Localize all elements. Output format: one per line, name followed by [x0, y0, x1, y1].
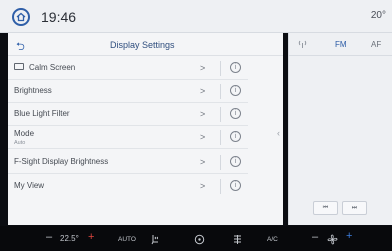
settings-row-mode[interactable]: Mode Auto > i — [8, 126, 248, 149]
home-icon — [16, 12, 26, 22]
status-bar: 19:46 20° — [0, 0, 392, 33]
defrost-icon[interactable] — [232, 232, 243, 244]
outside-temperature: 20° — [370, 10, 386, 21]
chevron-right-icon: > — [200, 63, 206, 73]
divider — [220, 107, 221, 122]
panel-collapse-handle[interactable]: ‹ — [277, 128, 280, 138]
info-icon[interactable]: i — [230, 108, 241, 119]
settings-row-label: Calm Screen — [29, 63, 76, 72]
home-button[interactable] — [12, 8, 30, 26]
info-icon[interactable]: i — [230, 131, 241, 142]
divider — [220, 179, 221, 194]
tab-af[interactable]: AF — [371, 40, 381, 49]
settings-row-label: My View — [14, 181, 45, 190]
divider — [220, 155, 221, 170]
info-icon[interactable]: i — [230, 180, 241, 191]
chevron-right-icon: > — [200, 157, 206, 167]
settings-row-label: F-Sight Display Brightness — [14, 157, 109, 166]
info-icon[interactable]: i — [230, 85, 241, 96]
clock: 19:46 — [41, 9, 77, 25]
fan-icon — [327, 232, 338, 245]
fan-up-button[interactable]: + — [346, 226, 352, 244]
settings-header: ⮌ Display Settings — [8, 33, 283, 56]
infotainment-screen: 19:46 20° ⮌ Display Settings Calm Screen… — [0, 0, 392, 251]
display-settings-panel: ⮌ Display Settings Calm Screen > i Brigh… — [8, 33, 283, 225]
tab-antenna[interactable] — [298, 40, 307, 50]
back-button[interactable]: ⮌ — [16, 38, 25, 57]
temp-down-button[interactable]: – — [46, 231, 52, 243]
driver-temperature: 22.5° — [60, 234, 79, 243]
ac-button[interactable]: A/C — [267, 236, 278, 243]
divider — [289, 55, 392, 56]
auto-button[interactable]: AUTO — [118, 236, 136, 243]
seat-heat-icon[interactable] — [150, 232, 161, 245]
chevron-right-icon: > — [200, 86, 206, 96]
settings-row-blue-light-filter[interactable]: Blue Light Filter > i — [8, 103, 248, 126]
radio-controls: ⏮ ⏭ — [313, 201, 367, 215]
divider — [220, 61, 221, 76]
fan-down-button[interactable]: – — [312, 231, 318, 243]
info-icon[interactable]: i — [230, 156, 241, 167]
page-title: Display Settings — [110, 40, 175, 50]
chevron-right-icon: > — [200, 132, 206, 142]
seek-forward-button[interactable]: ⏭ — [342, 201, 367, 215]
antenna-icon — [298, 40, 307, 48]
seek-back-button[interactable]: ⏮ — [313, 201, 338, 215]
chevron-right-icon: > — [200, 109, 206, 119]
settings-row-sublabel: Auto — [14, 140, 26, 146]
settings-row-f-sight-brightness[interactable]: F-Sight Display Brightness > i — [8, 151, 248, 174]
temp-up-button[interactable]: + — [88, 231, 94, 243]
climate-bar: – 22.5° + AUTO A/C – + — [0, 226, 392, 251]
settings-row-my-view[interactable]: My View > i — [8, 175, 248, 198]
settings-row-brightness[interactable]: Brightness > i — [8, 80, 248, 103]
chevron-right-icon: > — [200, 181, 206, 191]
settings-row-label: Mode — [14, 129, 35, 138]
radio-source-tabs: FM AF — [289, 33, 392, 55]
settings-row-calm-screen[interactable]: Calm Screen > i — [8, 57, 248, 80]
settings-row-label: Brightness — [14, 86, 52, 95]
radio-panel: FM AF ⏮ ⏭ — [288, 33, 392, 225]
info-icon[interactable]: i — [230, 62, 241, 73]
steering-wheel-heat-icon[interactable] — [194, 232, 205, 245]
divider — [220, 130, 221, 145]
tab-fm[interactable]: FM — [335, 40, 347, 49]
settings-row-label: Blue Light Filter — [14, 109, 70, 118]
divider — [220, 84, 221, 99]
calm-screen-icon — [14, 63, 24, 71]
